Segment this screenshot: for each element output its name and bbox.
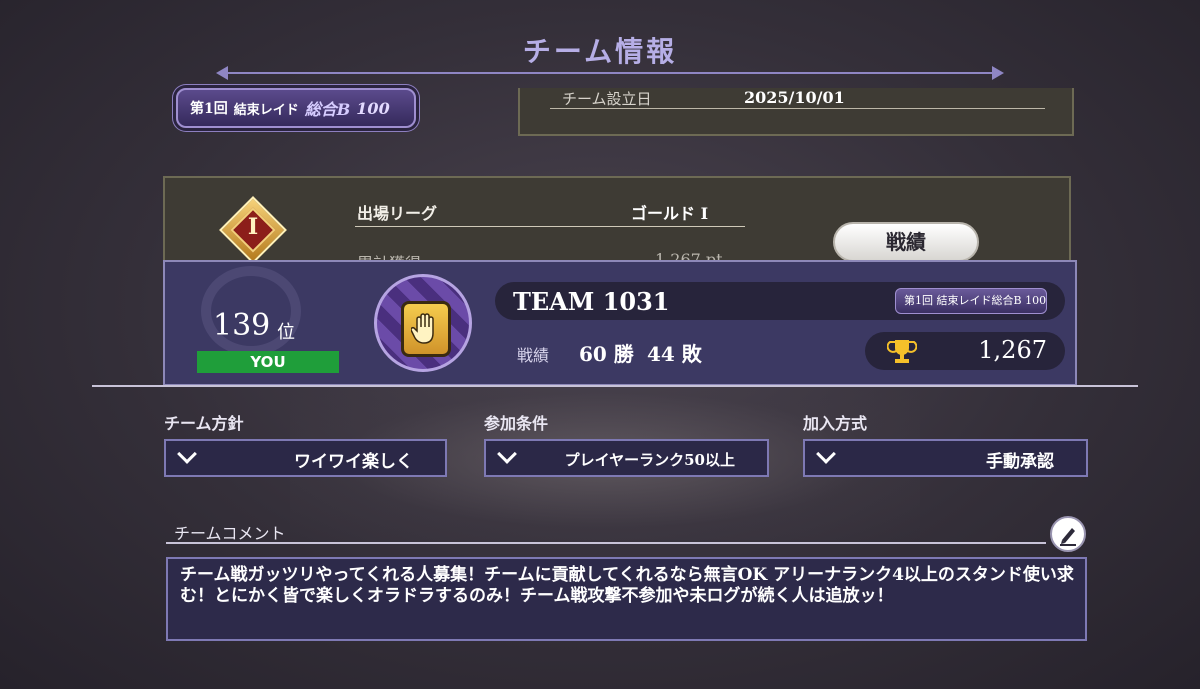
policy-label: チーム方針 [164,414,244,433]
league-label: 出場リーグ [357,204,438,223]
comment-label: チームコメント [174,524,286,543]
team-name: TEAM 1031 [513,287,670,316]
founded-value: 2025/10/01 [744,88,845,107]
section-divider [92,385,1138,387]
trophy-icon [887,340,917,363]
policy-select[interactable]: ワイワイ楽しく [164,439,447,477]
you-label: YOU [197,351,339,373]
record-button[interactable]: 戦績 [833,222,979,262]
record-losses: 44 敗 [647,342,702,366]
team-rank: 139 [213,308,271,343]
league-value: ゴールド I [631,204,709,223]
event-badge-grade: 総合B [304,100,351,119]
event-badge-number: 第1回 [190,101,228,117]
team-founded-row: チーム設立日 2025/10/01 [518,88,1074,136]
event-badge-name: 結束レイド [233,102,299,118]
record-wins: 60 勝 [579,342,634,366]
title-arrow-right-icon [992,66,1004,80]
join-value: 手動承認 [986,452,1054,472]
pen-icon [1060,528,1076,546]
team-emblem [374,274,472,372]
founded-label: チーム設立日 [562,90,652,108]
condition-select[interactable]: プレイヤーランク50以上 [484,439,769,477]
points-bar: 1,267 [865,332,1065,370]
hand-emblem-icon [401,301,451,357]
join-label: 加入方式 [803,414,868,433]
record-label: 戦績 [517,346,550,365]
team-name-bar: TEAM 1031 第1回 結束レイド総合B 100 [495,282,1065,320]
chevron-down-icon [497,444,517,464]
team-rank-suffix: 位 [277,322,295,343]
team-event-badge: 第1回 結束レイド総合B 100 [895,288,1047,314]
condition-label: 参加条件 [484,414,549,433]
league-panel: I 出場リーグ ゴールド I 累計獲得 1,267 pt 戦績 [163,176,1071,273]
chevron-down-icon [177,444,197,464]
league-rank-symbol: I [247,214,259,240]
team-points: 1,267 [978,336,1047,364]
page-title: チーム情報 [522,35,678,68]
chevron-down-icon [816,444,836,464]
founded-divider [550,108,1045,109]
comment-divider [166,542,1046,544]
edit-comment-button[interactable] [1050,516,1086,552]
comment-box: チーム戦ガッツリやってくれる人募集！チームに貢献してくれるなら無言OK アリーナ… [166,557,1087,641]
condition-value: プレイヤーランク50以上 [564,451,735,469]
event-badge: 第1回 結束レイド 総合B 100 [176,88,416,128]
event-badge-score: 100 [356,98,390,118]
league-divider [355,226,745,227]
join-select[interactable]: 手動承認 [803,439,1088,477]
title-divider [222,72,1002,74]
policy-value: ワイワイ楽しく [294,452,413,472]
team-card[interactable]: 139 位 YOU TEAM 1031 第1回 結束レイド総合B 100 戦績 … [163,260,1077,386]
